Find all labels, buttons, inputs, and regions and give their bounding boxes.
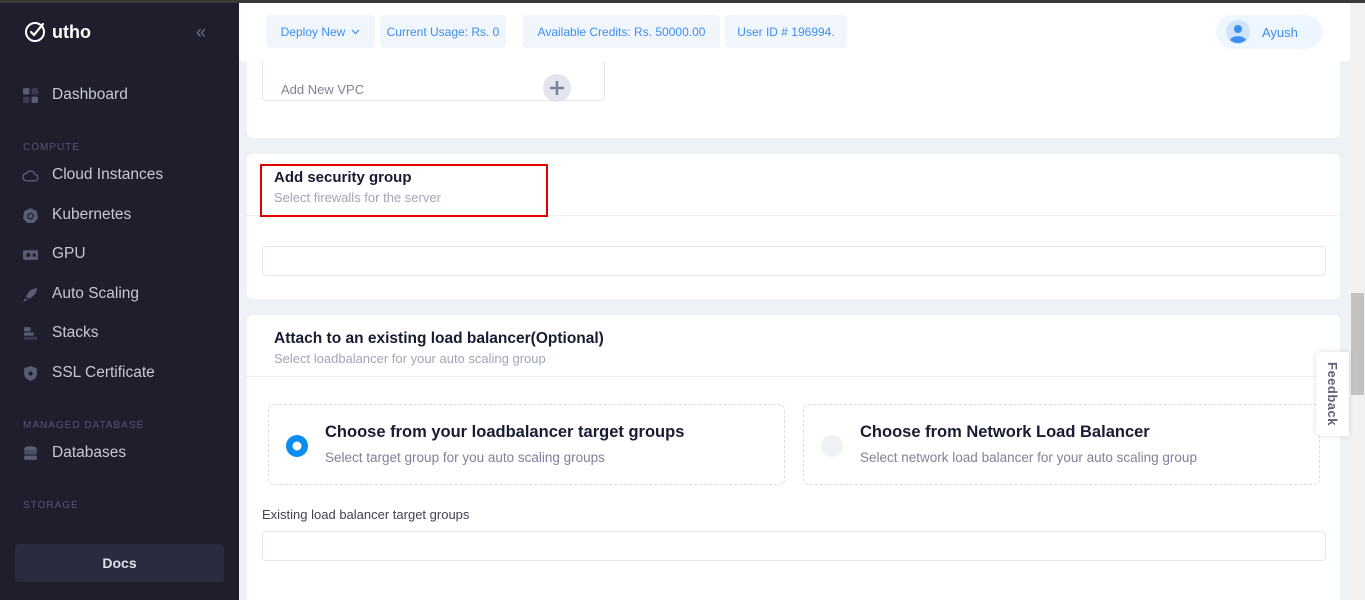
collapse-sidebar-icon[interactable]: « (196, 22, 206, 43)
chevron-down-icon (351, 29, 360, 34)
sidebar-item-ssl-certificate[interactable]: SSL Certificate (22, 364, 155, 382)
radio-unselected-icon[interactable] (821, 435, 843, 457)
load-balancer-title: Attach to an existing load balancer(Opti… (274, 330, 604, 347)
shield-icon (24, 365, 37, 381)
utho-logo-icon (25, 22, 45, 42)
option-subtitle: Select network load balancer for your au… (860, 450, 1197, 465)
top-header: Deploy New Current Usage: Rs. 0 Availabl… (239, 3, 1350, 61)
sidebar-item-gpu[interactable]: GPU (22, 245, 86, 263)
deploy-new-dropdown[interactable]: Deploy New (266, 15, 375, 48)
rocket-icon (23, 287, 37, 302)
option-network-load-balancer[interactable]: Choose from Network Load Balancer Select… (803, 404, 1320, 485)
sidebar-item-label: Dashboard (52, 86, 128, 103)
add-vpc-box[interactable]: Add New VPC (262, 55, 605, 103)
kubernetes-icon (23, 207, 38, 223)
scrollbar-thumb[interactable] (1351, 293, 1364, 395)
sidebar-item-databases[interactable]: Databases (22, 444, 126, 462)
sidebar-item-kubernetes[interactable]: Kubernetes (22, 206, 131, 224)
sidebar-item-label: Auto Scaling (52, 285, 140, 302)
user-menu[interactable]: Ayush (1216, 15, 1322, 49)
option-target-groups[interactable]: Choose from your loadbalancer target gro… (268, 404, 785, 485)
brand-logo[interactable]: utho (24, 20, 91, 44)
radio-selected-icon[interactable] (286, 435, 308, 457)
sidebar-item-label: SSL Certificate (52, 364, 155, 381)
sidebar-item-dashboard[interactable]: Dashboard (22, 86, 128, 104)
dashboard-icon (23, 87, 38, 103)
highlight-box (260, 164, 548, 217)
available-credits-chip: Available Credits: Rs. 50000.00 (523, 15, 720, 48)
load-balancer-subtitle: Select loadbalancer for your auto scalin… (274, 351, 546, 366)
window-top-border (0, 0, 1365, 3)
cloud-icon (22, 169, 39, 182)
sidebar-item-cloud-instances[interactable]: Cloud Instances (22, 166, 163, 184)
security-group-select[interactable] (262, 246, 1326, 276)
sidebar-item-label: Cloud Instances (52, 166, 164, 183)
option-title: Choose from Network Load Balancer (860, 423, 1150, 441)
database-icon (24, 445, 37, 460)
current-usage-chip: Current Usage: Rs. 0 (380, 15, 506, 48)
deploy-new-label: Deploy New (280, 24, 346, 39)
user-id-chip: User ID # 196994. (725, 15, 847, 48)
gpu-icon (23, 249, 38, 260)
avatar-icon (1226, 20, 1250, 44)
section-managed-database: MANAGED DATABASE (23, 420, 145, 431)
option-title: Choose from your loadbalancer target gro… (325, 423, 685, 441)
add-vpc-label: Add New VPC (281, 82, 365, 97)
feedback-tab[interactable]: Feedback (1316, 352, 1349, 436)
existing-target-groups-select[interactable] (262, 531, 1326, 561)
brand-name: utho (52, 21, 91, 42)
sidebar-item-auto-scaling[interactable]: Auto Scaling (22, 285, 139, 303)
user-name: Ayush (1262, 24, 1298, 40)
feedback-label: Feedback (1325, 362, 1340, 426)
sidebar-item-label: Stacks (52, 324, 99, 341)
docs-button[interactable]: Docs (15, 544, 224, 582)
sidebar-item-label: GPU (52, 245, 86, 262)
stacks-icon (24, 326, 37, 340)
sidebar-item-label: Databases (52, 444, 127, 461)
plus-icon[interactable] (542, 73, 572, 103)
section-compute: COMPUTE (23, 142, 80, 153)
sidebar-item-stacks[interactable]: Stacks (22, 324, 99, 342)
section-storage: STORAGE (23, 500, 79, 511)
sidebar: utho « Dashboard COMPUTE Cloud Instances… (0, 0, 239, 600)
card-divider (247, 376, 1340, 377)
existing-target-groups-label: Existing load balancer target groups (262, 507, 470, 522)
sidebar-item-label: Kubernetes (52, 206, 132, 223)
option-subtitle: Select target group for you auto scaling… (325, 450, 605, 465)
